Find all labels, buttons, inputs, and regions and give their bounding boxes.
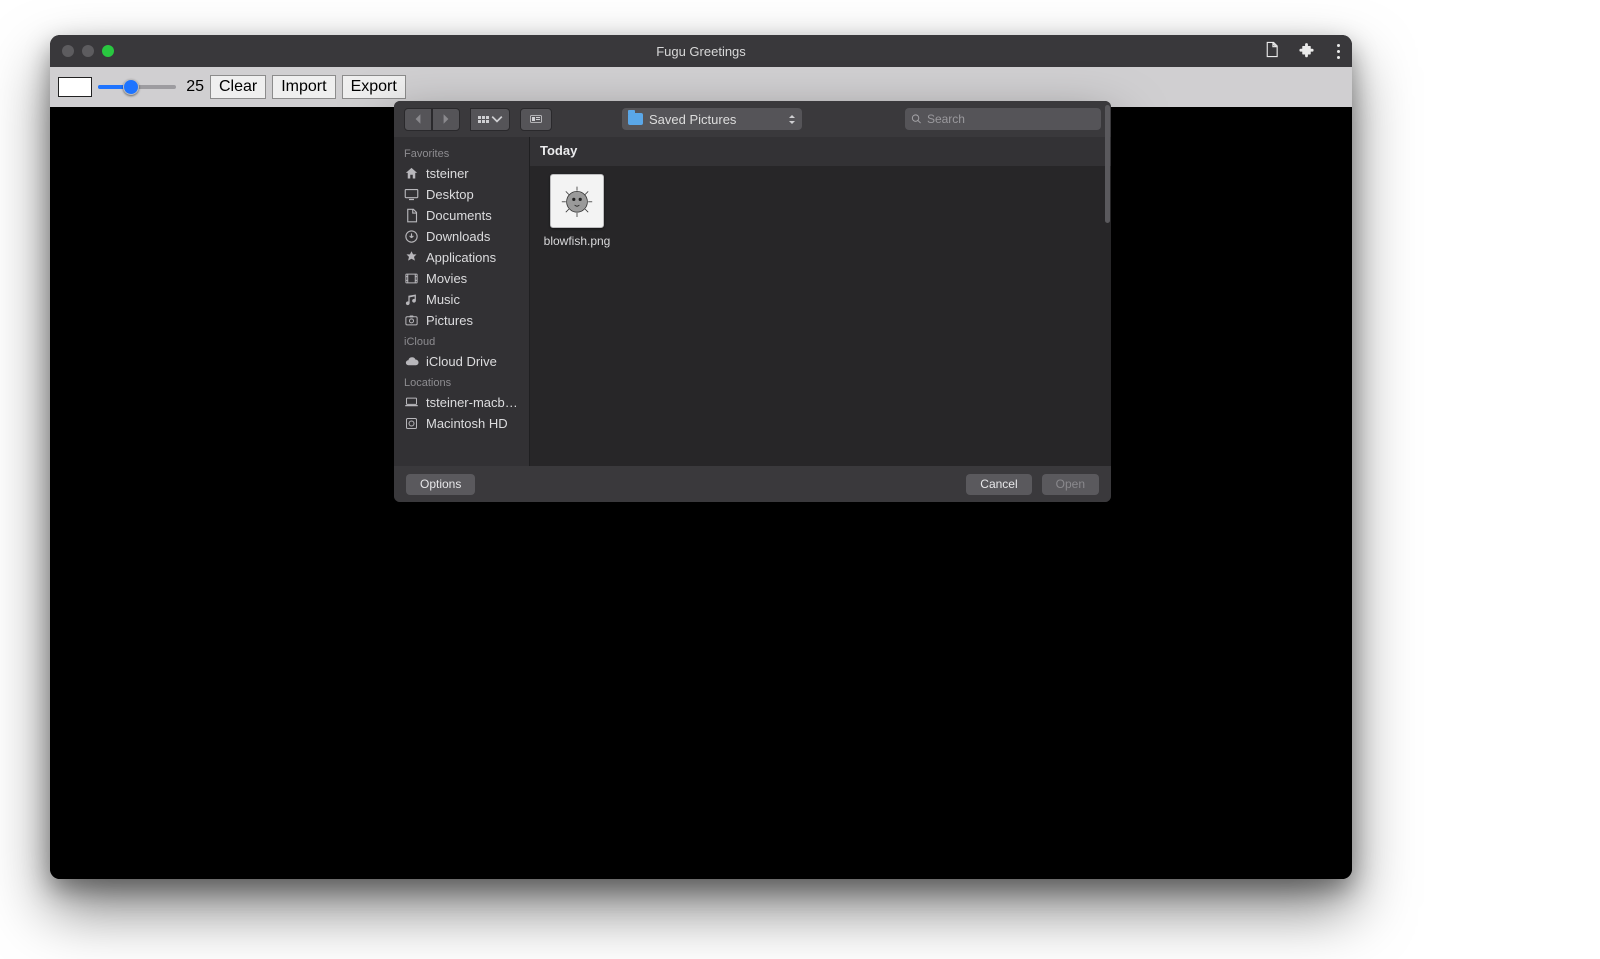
sidebar-item[interactable]: Downloads (394, 226, 529, 247)
window-maximize-button[interactable] (102, 45, 114, 57)
app-window: Fugu Greetings 25 Clear Import Export (50, 35, 1352, 879)
color-swatch[interactable] (58, 77, 92, 97)
sidebar-item-label: Pictures (426, 313, 473, 328)
search-field[interactable] (905, 108, 1101, 130)
sidebar-item[interactable]: Pictures (394, 310, 529, 331)
group-icon (530, 113, 542, 125)
import-button[interactable]: Import (272, 75, 335, 99)
cloud-icon (404, 354, 419, 369)
apps-icon (404, 250, 419, 265)
dialog-toolbar: Saved Pictures (394, 101, 1111, 137)
cancel-button[interactable]: Cancel (966, 474, 1031, 495)
title-bar: Fugu Greetings (50, 35, 1352, 67)
desktop-icon (404, 187, 419, 202)
disk-icon (404, 416, 419, 431)
search-input[interactable] (927, 112, 1095, 126)
extensions-icon[interactable] (1298, 41, 1315, 61)
sidebar-item[interactable]: Applications (394, 247, 529, 268)
sidebar-item-label: Downloads (426, 229, 490, 244)
sidebar-section-header: Locations (394, 372, 529, 392)
search-icon (911, 113, 922, 125)
sidebar-item-label: Movies (426, 271, 467, 286)
view-mode-button[interactable] (470, 108, 510, 131)
sidebar-item[interactable]: tsteiner (394, 163, 529, 184)
sidebar-item-label: tsteiner (426, 166, 469, 181)
sidebar-section-header: Favorites (394, 143, 529, 163)
sidebar-item[interactable]: Music (394, 289, 529, 310)
dialog-footer: Options Cancel Open (394, 466, 1111, 502)
chevron-down-icon (491, 113, 503, 125)
sidebar-section-header: iCloud (394, 331, 529, 351)
photo-icon (404, 313, 419, 328)
sidebar-item[interactable]: Movies (394, 268, 529, 289)
sidebar-item-label: Music (426, 292, 460, 307)
file-item[interactable]: blowfish.png (542, 174, 612, 248)
file-open-dialog: Saved Pictures Favorites tsteiner Desktop D… (394, 101, 1111, 502)
path-label: Saved Pictures (649, 112, 736, 127)
new-document-icon[interactable] (1263, 41, 1280, 61)
sidebar: Favorites tsteiner Desktop Documents Downloa… (394, 137, 530, 466)
window-title: Fugu Greetings (50, 44, 1352, 59)
chevron-right-icon (440, 113, 452, 125)
brush-size-value: 25 (182, 78, 204, 96)
home-icon (404, 166, 419, 181)
sidebar-item-label: tsteiner-macb… (426, 395, 518, 410)
sidebar-item-label: iCloud Drive (426, 354, 497, 369)
movie-icon (404, 271, 419, 286)
grid-view-icon (478, 116, 489, 123)
path-dropdown[interactable]: Saved Pictures (622, 108, 802, 130)
doc-icon (404, 208, 419, 223)
folder-icon (628, 113, 643, 125)
sidebar-item-label: Applications (426, 250, 496, 265)
nav-forward-button[interactable] (432, 108, 460, 131)
updown-chevron-icon (788, 114, 796, 125)
group-by-button[interactable] (520, 108, 552, 131)
sidebar-item-label: Documents (426, 208, 492, 223)
sidebar-item[interactable]: Macintosh HD (394, 413, 529, 434)
sidebar-item-label: Macintosh HD (426, 416, 508, 431)
brush-size-slider[interactable] (98, 79, 176, 95)
group-header: Today (530, 137, 1111, 166)
file-browser: Today blowfish.png (530, 137, 1111, 466)
blowfish-icon (557, 181, 597, 221)
sidebar-item[interactable]: tsteiner-macb… (394, 392, 529, 413)
download-icon (404, 229, 419, 244)
music-icon (404, 292, 419, 307)
sidebar-item[interactable]: Documents (394, 205, 529, 226)
sidebar-item-label: Desktop (426, 187, 474, 202)
window-minimize-button[interactable] (82, 45, 94, 57)
more-menu-icon[interactable] (1333, 44, 1344, 59)
window-close-button[interactable] (62, 45, 74, 57)
sidebar-item[interactable]: iCloud Drive (394, 351, 529, 372)
file-thumbnail (550, 174, 604, 228)
clear-button[interactable]: Clear (210, 75, 266, 99)
laptop-icon (404, 395, 419, 410)
chevron-left-icon (412, 113, 424, 125)
sidebar-item[interactable]: Desktop (394, 184, 529, 205)
nav-back-button[interactable] (404, 108, 432, 131)
file-name: blowfish.png (542, 234, 612, 248)
export-button[interactable]: Export (342, 75, 406, 99)
open-button[interactable]: Open (1042, 474, 1099, 495)
options-button[interactable]: Options (406, 474, 475, 495)
